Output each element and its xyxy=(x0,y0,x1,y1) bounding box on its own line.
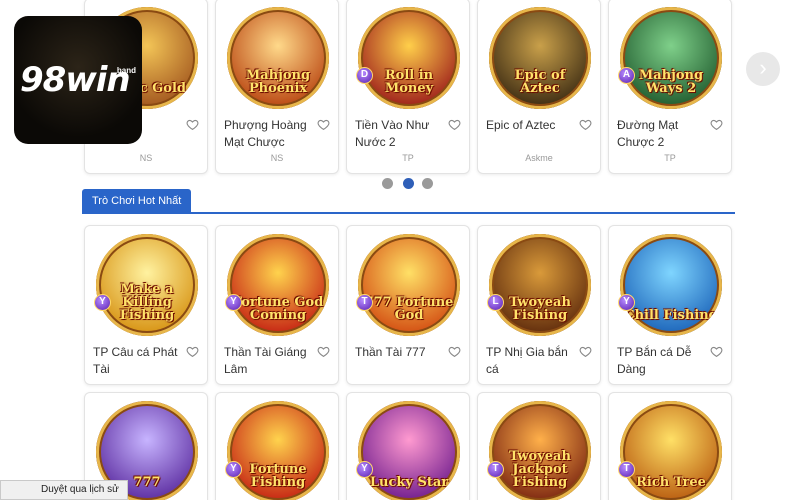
heart-icon[interactable] xyxy=(579,345,592,358)
heart-icon[interactable] xyxy=(710,345,723,358)
heart-icon[interactable] xyxy=(579,118,592,131)
heart-icon[interactable] xyxy=(186,345,199,358)
game-thumbnail-title: Epic of Aztec xyxy=(514,68,566,96)
brand-logo[interactable]: 98win band xyxy=(14,16,142,144)
logo-subtext: band xyxy=(116,66,136,75)
game-thumbnail[interactable]: Fortune Fishing xyxy=(227,401,329,500)
provider-letter-badge: A xyxy=(618,67,635,84)
game-thumbnail-title: Roll in Money xyxy=(384,68,434,96)
game-thumbnail-title: Lucky Star xyxy=(369,475,449,490)
game-card[interactable]: Rich Tree T xyxy=(608,392,732,500)
game-card[interactable]: Mahjong Ways 2 A Đường Mạt Chược 2 TP xyxy=(608,0,732,174)
game-thumbnail-title: Chill Fishing xyxy=(624,308,718,323)
game-thumbnail[interactable]: Roll in Money xyxy=(358,7,460,109)
game-thumbnail[interactable]: Rich Tree xyxy=(620,401,722,500)
heart-icon[interactable] xyxy=(448,118,461,131)
provider-letter-badge: T xyxy=(487,461,504,478)
game-provider: Askme xyxy=(525,153,553,163)
game-name[interactable]: Phượng Hoàng Mạt Chược xyxy=(224,117,316,151)
game-provider: TP xyxy=(402,153,414,163)
game-thumbnail[interactable]: Mahjong Ways 2 xyxy=(620,7,722,109)
game-card[interactable]: Fortune Fishing Y xyxy=(215,392,339,500)
game-name[interactable]: Đường Mạt Chược 2 xyxy=(617,117,709,151)
game-card[interactable]: 777 Fortune God T Thần Tài 777 xyxy=(346,225,470,385)
section-divider xyxy=(82,212,735,214)
browser-status-bar: Duyệt qua lịch sử xyxy=(0,480,128,500)
game-thumbnail[interactable]: Twoyeah Fishing xyxy=(489,234,591,336)
carousel-dot[interactable] xyxy=(422,178,433,189)
game-thumbnail[interactable]: Epic of Aztec xyxy=(489,7,591,109)
game-thumbnail-title: Fortune God Coming xyxy=(232,295,324,323)
game-card[interactable]: Roll in Money D Tiền Vào Như Nước 2 TP xyxy=(346,0,470,174)
game-thumbnail[interactable]: Twoyeah Jackpot Fishing xyxy=(489,401,591,500)
game-thumbnail[interactable]: 777 Fortune God xyxy=(358,234,460,336)
game-name[interactable]: TP Bắn cá Dễ Dàng xyxy=(617,344,709,378)
game-card[interactable]: Fortune God Coming Y Thần Tài Giáng Lâm xyxy=(215,225,339,385)
heart-icon[interactable] xyxy=(710,118,723,131)
game-thumbnail-title: Twoyeah Jackpot Fishing xyxy=(509,449,571,490)
provider-letter-badge: D xyxy=(356,67,373,84)
game-thumbnail-title: Fortune Fishing xyxy=(249,462,307,490)
section-title-hot-games[interactable]: Trò Chơi Hot Nhất xyxy=(82,189,192,213)
game-thumbnail[interactable]: Mahjong Phoenix xyxy=(227,7,329,109)
game-name[interactable]: Tiền Vào Như Nước 2 xyxy=(355,117,447,151)
heart-icon[interactable] xyxy=(317,118,330,131)
game-thumbnail-title: Rich Tree xyxy=(636,475,706,490)
game-card[interactable]: Mahjong Phoenix Phượng Hoàng Mạt Chược NS xyxy=(215,0,339,174)
game-name[interactable]: TP Nhị Gia bắn cá xyxy=(486,344,578,378)
provider-letter-badge: Y xyxy=(225,461,242,478)
carousel-dot[interactable] xyxy=(382,178,393,189)
provider-letter-badge: T xyxy=(356,294,373,311)
carousel-next-button[interactable]: › xyxy=(746,52,780,86)
provider-letter-badge: T xyxy=(618,461,635,478)
provider-letter-badge: Y xyxy=(356,461,373,478)
game-card[interactable]: Lucky Star Y xyxy=(346,392,470,500)
chevron-right-icon: › xyxy=(759,55,767,80)
provider-letter-badge: Y xyxy=(94,294,111,311)
game-thumbnail-title: Mahjong Phoenix xyxy=(245,68,311,96)
game-thumbnail-title: Make a Killing Fishing xyxy=(119,282,175,323)
game-card[interactable]: Chill Fishing Y TP Bắn cá Dễ Dàng xyxy=(608,225,732,385)
game-thumbnail[interactable]: Lucky Star xyxy=(358,401,460,500)
game-name[interactable]: Epic of Aztec xyxy=(486,117,578,134)
game-name[interactable]: Thần Tài Giáng Lâm xyxy=(224,344,316,378)
game-card[interactable]: Make a Killing Fishing Y TP Câu cá Phát Tà… xyxy=(84,225,208,385)
provider-letter-badge: L xyxy=(487,294,504,311)
game-card[interactable]: Epic of Aztec Epic of Aztec Askme xyxy=(477,0,601,174)
provider-letter-badge: Y xyxy=(618,294,635,311)
game-thumbnail-title: Mahjong Ways 2 xyxy=(638,68,704,96)
provider-letter-badge: Y xyxy=(225,294,242,311)
game-thumbnail-title: 777 Fortune God xyxy=(364,295,454,323)
game-thumbnail[interactable]: Chill Fishing xyxy=(620,234,722,336)
heart-icon[interactable] xyxy=(186,118,199,131)
game-card[interactable]: Twoyeah Jackpot Fishing T xyxy=(477,392,601,500)
game-provider: NS xyxy=(139,153,153,163)
game-name[interactable]: TP Câu cá Phát Tài xyxy=(93,344,185,378)
game-card[interactable]: Twoyeah Fishing L TP Nhị Gia bắn cá xyxy=(477,225,601,385)
carousel-dot[interactable] xyxy=(403,178,414,189)
heart-icon[interactable] xyxy=(448,345,461,358)
game-name[interactable]: Thần Tài 777 xyxy=(355,344,447,361)
game-provider: TP xyxy=(664,153,676,163)
game-thumbnail[interactable]: Make a Killing Fishing xyxy=(96,234,198,336)
game-provider: NS xyxy=(270,153,284,163)
game-thumbnail-title: Twoyeah Fishing xyxy=(509,295,571,323)
game-thumbnail[interactable]: Fortune God Coming xyxy=(227,234,329,336)
heart-icon[interactable] xyxy=(317,345,330,358)
